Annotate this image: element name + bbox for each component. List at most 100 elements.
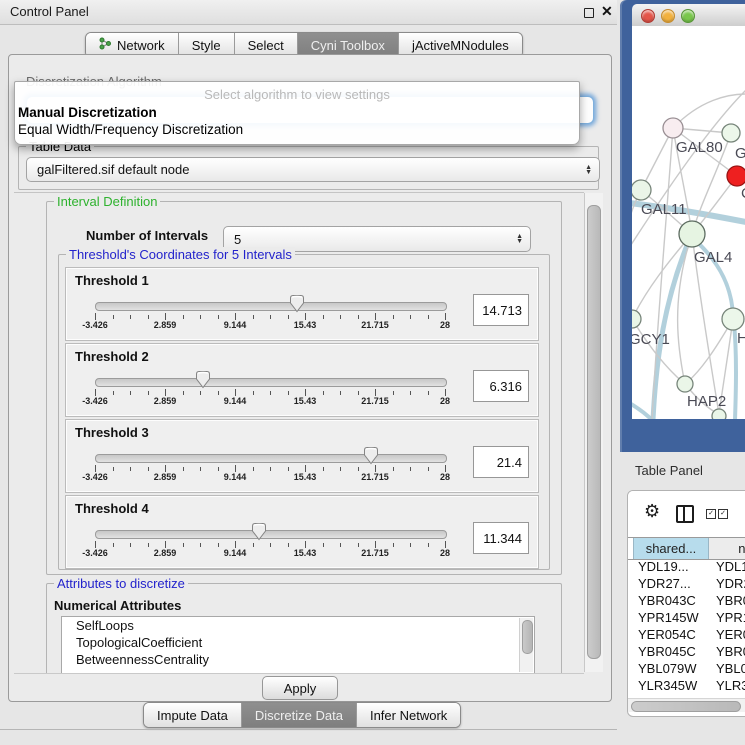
major-tick <box>165 313 166 320</box>
cell-shared-name: YDR27... <box>638 575 691 592</box>
cell-name: YDL1 <box>716 558 745 575</box>
node-gal80[interactable] <box>663 118 683 138</box>
apply-button[interactable]: Apply <box>262 676 338 700</box>
list-item[interactable]: TopologicalCoefficient <box>62 634 534 651</box>
minor-tick <box>270 543 271 547</box>
tab-label: jActiveMNodules <box>412 38 509 53</box>
network-window-titlebar[interactable] <box>632 4 745 27</box>
minor-tick <box>183 543 184 547</box>
zoom-traffic-light-icon[interactable] <box>681 9 695 23</box>
node-gcy1[interactable] <box>632 310 641 328</box>
network-nodes[interactable] <box>632 118 745 419</box>
slider-track[interactable] <box>95 302 447 311</box>
threshold-panel: Threshold 4 -3.4262.8599.14415.4321.7152… <box>65 495 539 569</box>
settings-scrollbar-thumb[interactable] <box>587 205 601 659</box>
minor-tick <box>218 467 219 471</box>
column-header-name[interactable]: name <box>709 538 745 559</box>
node-h[interactable] <box>722 308 744 330</box>
tick-label: 21.715 <box>353 396 397 406</box>
node-label: GA <box>735 145 745 162</box>
column-layout-icon[interactable] <box>676 505 694 523</box>
cell-name: YPR1 <box>716 609 745 626</box>
minor-tick <box>270 391 271 395</box>
tab-impute-data[interactable]: Impute Data <box>144 703 242 727</box>
slider-thumb[interactable] <box>363 446 379 465</box>
table-row[interactable]: YPR145WYPR1 <box>628 609 745 626</box>
node-partial[interactable] <box>712 409 726 419</box>
tick-label: -3.426 <box>73 320 117 330</box>
algorithm-option-manual[interactable]: Manual Discretization <box>18 105 157 120</box>
table-row[interactable]: YDL19...YDL1 <box>628 558 745 575</box>
table-row[interactable]: YDR27... YDR2 <box>628 575 745 592</box>
node-gal4[interactable] <box>679 221 705 247</box>
minor-tick <box>183 391 184 395</box>
tick-label: -3.426 <box>73 472 117 482</box>
table-data-combobox[interactable]: galFiltered.sif default node ▲▼ <box>26 157 600 182</box>
threshold-label: Threshold 1 <box>75 273 149 288</box>
cell-name: YER0 <box>716 626 745 643</box>
list-scrollbar-thumb[interactable] <box>522 620 533 654</box>
slider-track[interactable] <box>95 530 447 539</box>
table-row[interactable]: YBL079WYBL0 <box>628 660 745 677</box>
numerical-attributes-list[interactable]: SelfLoopsTopologicalCoefficientBetweenne… <box>61 616 535 674</box>
table-header-row: shared... name <box>628 537 745 560</box>
attributes-group: Attributes to discretize Numerical Attri… <box>46 583 562 674</box>
node-label: GCY1 <box>632 331 670 348</box>
tick-label: -3.426 <box>73 548 117 558</box>
table-row[interactable]: YBR045CYBR0 <box>628 643 745 660</box>
list-scrollbar[interactable] <box>519 618 533 672</box>
float-window-icon[interactable] <box>584 8 594 18</box>
algorithm-option-equal-width[interactable]: Equal Width/Frequency Discretization <box>18 122 243 137</box>
network-canvas[interactable]: GAL80 GA C GAL11 GAL4 GCY1 H HAP2 <box>632 26 745 419</box>
settings-vertical-scrollbar[interactable] <box>584 193 603 672</box>
node-hap2[interactable] <box>677 376 693 392</box>
list-item[interactable]: SelfLoops <box>62 617 534 634</box>
threshold-value-field[interactable]: 14.713 <box>473 294 529 326</box>
table-hscrollbar-thumb[interactable] <box>631 701 741 712</box>
minor-tick <box>200 543 201 547</box>
threshold-value-field[interactable]: 21.4 <box>473 446 529 478</box>
major-tick <box>95 313 96 320</box>
tick-label: 9.144 <box>213 396 257 406</box>
table-row[interactable]: YBR043CYBR0 <box>628 592 745 609</box>
table-row[interactable]: YLR345WYLR3 <box>628 677 745 694</box>
close-traffic-light-icon[interactable] <box>641 9 655 23</box>
checkbox-icon[interactable]: ✓ <box>706 509 716 519</box>
slider-thumb[interactable] <box>289 294 305 313</box>
node-red[interactable] <box>727 166 745 186</box>
minor-tick <box>410 467 411 471</box>
minimize-traffic-light-icon[interactable] <box>661 9 675 23</box>
table-horizontal-scrollbar[interactable] <box>628 698 745 712</box>
attributes-group-title: Attributes to discretize <box>54 576 188 591</box>
table-row[interactable]: YER054CYER0 <box>628 626 745 643</box>
minor-tick <box>340 391 341 395</box>
major-tick <box>445 541 446 548</box>
minor-tick <box>323 391 324 395</box>
minor-tick <box>358 315 359 319</box>
threshold-value-field[interactable]: 11.344 <box>473 522 529 554</box>
tab-discretize-data[interactable]: Discretize Data <box>242 703 357 727</box>
minor-tick <box>218 391 219 395</box>
minor-tick <box>218 543 219 547</box>
slider-thumb[interactable] <box>251 522 267 541</box>
major-tick <box>445 389 446 396</box>
cell-name: YDR2 <box>716 575 745 592</box>
slider-thumb[interactable] <box>195 370 211 389</box>
column-header-shared-name[interactable]: shared... <box>633 538 709 559</box>
slider-track[interactable] <box>95 454 447 463</box>
node-gal11[interactable] <box>632 180 651 200</box>
list-item[interactable]: BetweennessCentrality <box>62 651 534 668</box>
minor-tick <box>253 543 254 547</box>
node-label: GAL4 <box>694 249 732 266</box>
minor-tick <box>130 467 131 471</box>
threshold-value-field[interactable]: 6.316 <box>473 370 529 402</box>
node-label: GAL80 <box>676 139 723 156</box>
close-icon[interactable]: ✕ <box>601 3 613 20</box>
tab-infer-network[interactable]: Infer Network <box>357 703 460 727</box>
minor-tick <box>340 315 341 319</box>
major-tick <box>165 389 166 396</box>
gear-icon[interactable]: ⚙ <box>644 501 660 522</box>
checkbox-icon[interactable]: ✓ <box>718 509 728 519</box>
node-ga[interactable] <box>722 124 740 142</box>
slider-track[interactable] <box>95 378 447 387</box>
